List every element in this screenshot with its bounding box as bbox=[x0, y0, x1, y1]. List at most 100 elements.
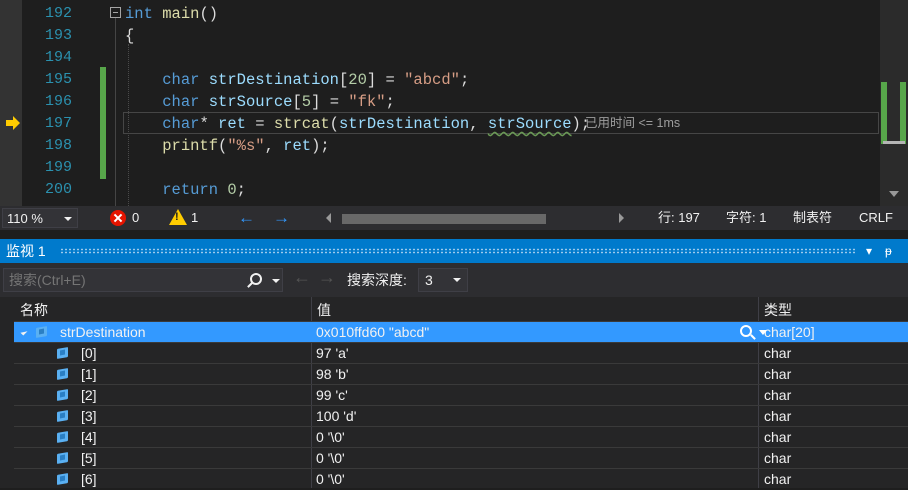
code-line[interactable]: 196 char strSource[5] = "fk"; bbox=[0, 91, 880, 113]
cell-name[interactable]: [5] bbox=[81, 448, 97, 469]
warning-icon[interactable] bbox=[169, 209, 187, 225]
cell-value[interactable]: 98 'b' bbox=[316, 364, 349, 385]
table-row[interactable]: [0] 97 'a' char bbox=[14, 342, 908, 363]
search-box[interactable] bbox=[3, 268, 283, 292]
warning-count[interactable]: 1 bbox=[191, 206, 198, 230]
vertical-scrollbar[interactable] bbox=[880, 0, 908, 206]
code-line[interactable]: 192 int main() bbox=[0, 3, 880, 25]
table-row[interactable]: strDestination 0x010ffd60 "abcd" char[20] bbox=[14, 321, 908, 342]
line-number: 200 bbox=[44, 181, 72, 198]
code-text[interactable]: char* ret = strcat(strDestination, strSo… bbox=[125, 113, 590, 135]
scroll-left-icon[interactable] bbox=[326, 213, 331, 223]
window-position-icon[interactable]: ▾ bbox=[866, 239, 872, 263]
visualizer-icon[interactable] bbox=[740, 325, 752, 337]
cell-value[interactable]: 0 '\0' bbox=[316, 469, 345, 490]
table-row[interactable]: [5] 0 '\0' char bbox=[14, 447, 908, 468]
code-token: , bbox=[469, 115, 488, 133]
table-row[interactable]: [6] 0 '\0' char bbox=[14, 468, 908, 489]
scroll-thumb[interactable] bbox=[342, 214, 546, 224]
cell-type[interactable]: char bbox=[764, 343, 791, 364]
error-count[interactable]: 0 bbox=[132, 206, 139, 230]
cell-name[interactable]: [3] bbox=[81, 406, 97, 427]
cell-value[interactable]: 0 '\0' bbox=[316, 427, 345, 448]
cell-type[interactable]: char bbox=[764, 406, 791, 427]
search-input[interactable] bbox=[4, 269, 244, 291]
scroll-change-marker bbox=[881, 82, 887, 144]
horizontal-scrollbar[interactable] bbox=[322, 210, 628, 226]
column-header-name[interactable]: 名称 bbox=[20, 299, 48, 321]
code-text[interactable]: char strDestination[20] = "abcd"; bbox=[125, 69, 469, 91]
expand-arrow-icon[interactable] bbox=[20, 328, 28, 336]
code-line[interactable]: 193 { bbox=[0, 25, 880, 47]
chevron-down-icon[interactable] bbox=[759, 330, 767, 335]
code-token: strcat bbox=[273, 115, 330, 133]
search-back-icon[interactable]: ← bbox=[293, 267, 311, 288]
code-text[interactable]: return 0; bbox=[125, 179, 246, 201]
cell-name[interactable]: [4] bbox=[81, 427, 97, 448]
code-token: strDestination bbox=[208, 71, 339, 89]
code-text[interactable]: int main() bbox=[125, 3, 218, 25]
code-text[interactable]: char strSource[5] = "fk"; bbox=[125, 91, 395, 113]
code-line[interactable]: 197 char* ret = strcat(strDestination, s… bbox=[0, 113, 880, 135]
table-row[interactable]: [4] 0 '\0' char bbox=[14, 426, 908, 447]
code-token: return bbox=[162, 181, 219, 199]
code-token: * bbox=[199, 115, 219, 133]
cell-type[interactable]: char bbox=[764, 364, 791, 385]
code-line[interactable]: 198 printf("%s", ret); bbox=[0, 135, 880, 157]
cell-name[interactable]: [0] bbox=[81, 343, 97, 364]
table-row[interactable]: [3] 100 'd' char bbox=[14, 405, 908, 426]
code-token: char bbox=[162, 93, 200, 111]
column-header-type[interactable]: 类型 bbox=[764, 299, 792, 321]
cell-value[interactable]: 99 'c' bbox=[316, 385, 348, 406]
code-line[interactable]: 194 bbox=[0, 47, 880, 69]
navigate-forward-icon[interactable]: → bbox=[273, 206, 290, 230]
code-text[interactable]: { bbox=[125, 25, 134, 47]
code-text[interactable]: printf("%s", ret); bbox=[125, 135, 329, 157]
perf-tip[interactable]: 已用时间 <= 1ms bbox=[585, 112, 680, 134]
code-token: 0 bbox=[227, 181, 237, 199]
code-token: ret bbox=[218, 115, 246, 133]
watch-title[interactable]: 监视 1 bbox=[6, 239, 46, 263]
code-line[interactable]: 195 char strDestination[20] = "abcd"; bbox=[0, 69, 880, 91]
cell-type[interactable]: char bbox=[764, 385, 791, 406]
search-depth-select[interactable]: 3 bbox=[418, 268, 468, 292]
navigate-back-icon[interactable]: ← bbox=[238, 206, 255, 230]
cell-name[interactable]: [2] bbox=[81, 385, 97, 406]
tabs-indicator[interactable]: 制表符 bbox=[793, 206, 832, 230]
cell-value[interactable]: 97 'a' bbox=[316, 343, 349, 364]
cell-name[interactable]: strDestination bbox=[60, 322, 146, 343]
line-ending-indicator[interactable]: CRLF bbox=[859, 206, 893, 230]
search-icon[interactable] bbox=[250, 273, 262, 285]
code-token: "%s" bbox=[227, 137, 265, 155]
cell-type[interactable]: char bbox=[764, 427, 791, 448]
code-token: ( bbox=[218, 137, 228, 155]
cell-type[interactable]: char[20] bbox=[764, 322, 815, 343]
code-line[interactable]: 200 return 0; bbox=[0, 179, 880, 201]
code-editor[interactable]: 192 int main() 193 {194 195 char strDestinat… bbox=[0, 0, 908, 206]
cell-value[interactable]: 100 'd' bbox=[316, 406, 356, 427]
cell-type[interactable]: char bbox=[764, 469, 791, 490]
cell-type[interactable]: char bbox=[764, 448, 791, 469]
code-line[interactable]: 199 bbox=[0, 157, 880, 179]
pin-icon[interactable]: ᵽ bbox=[885, 239, 892, 263]
scroll-right-icon[interactable] bbox=[619, 213, 624, 223]
code-token: ret bbox=[283, 137, 312, 155]
cell-name[interactable]: [6] bbox=[81, 469, 97, 490]
column-header-value[interactable]: 值 bbox=[317, 299, 331, 321]
cell-name[interactable]: [1] bbox=[81, 364, 97, 385]
zoom-dropdown[interactable]: 110 % bbox=[2, 208, 78, 228]
table-row[interactable]: [1] 98 'b' char bbox=[14, 363, 908, 384]
cell-value[interactable]: 0x010ffd60 "abcd" bbox=[316, 322, 429, 343]
chevron-down-icon[interactable] bbox=[272, 279, 280, 283]
scroll-down-icon[interactable] bbox=[889, 191, 899, 197]
zoom-level: 110 % bbox=[7, 211, 43, 226]
cell-value[interactable]: 0 '\0' bbox=[316, 448, 345, 469]
search-forward-icon[interactable]: → bbox=[318, 267, 336, 288]
watch-grid[interactable]: 名称 值 类型 strDestination 0x010ffd60 "abcd" c… bbox=[0, 297, 908, 488]
error-icon[interactable] bbox=[110, 210, 126, 226]
table-row[interactable]: [2] 99 'c' char bbox=[14, 384, 908, 405]
code-token: strDestination bbox=[338, 115, 470, 133]
